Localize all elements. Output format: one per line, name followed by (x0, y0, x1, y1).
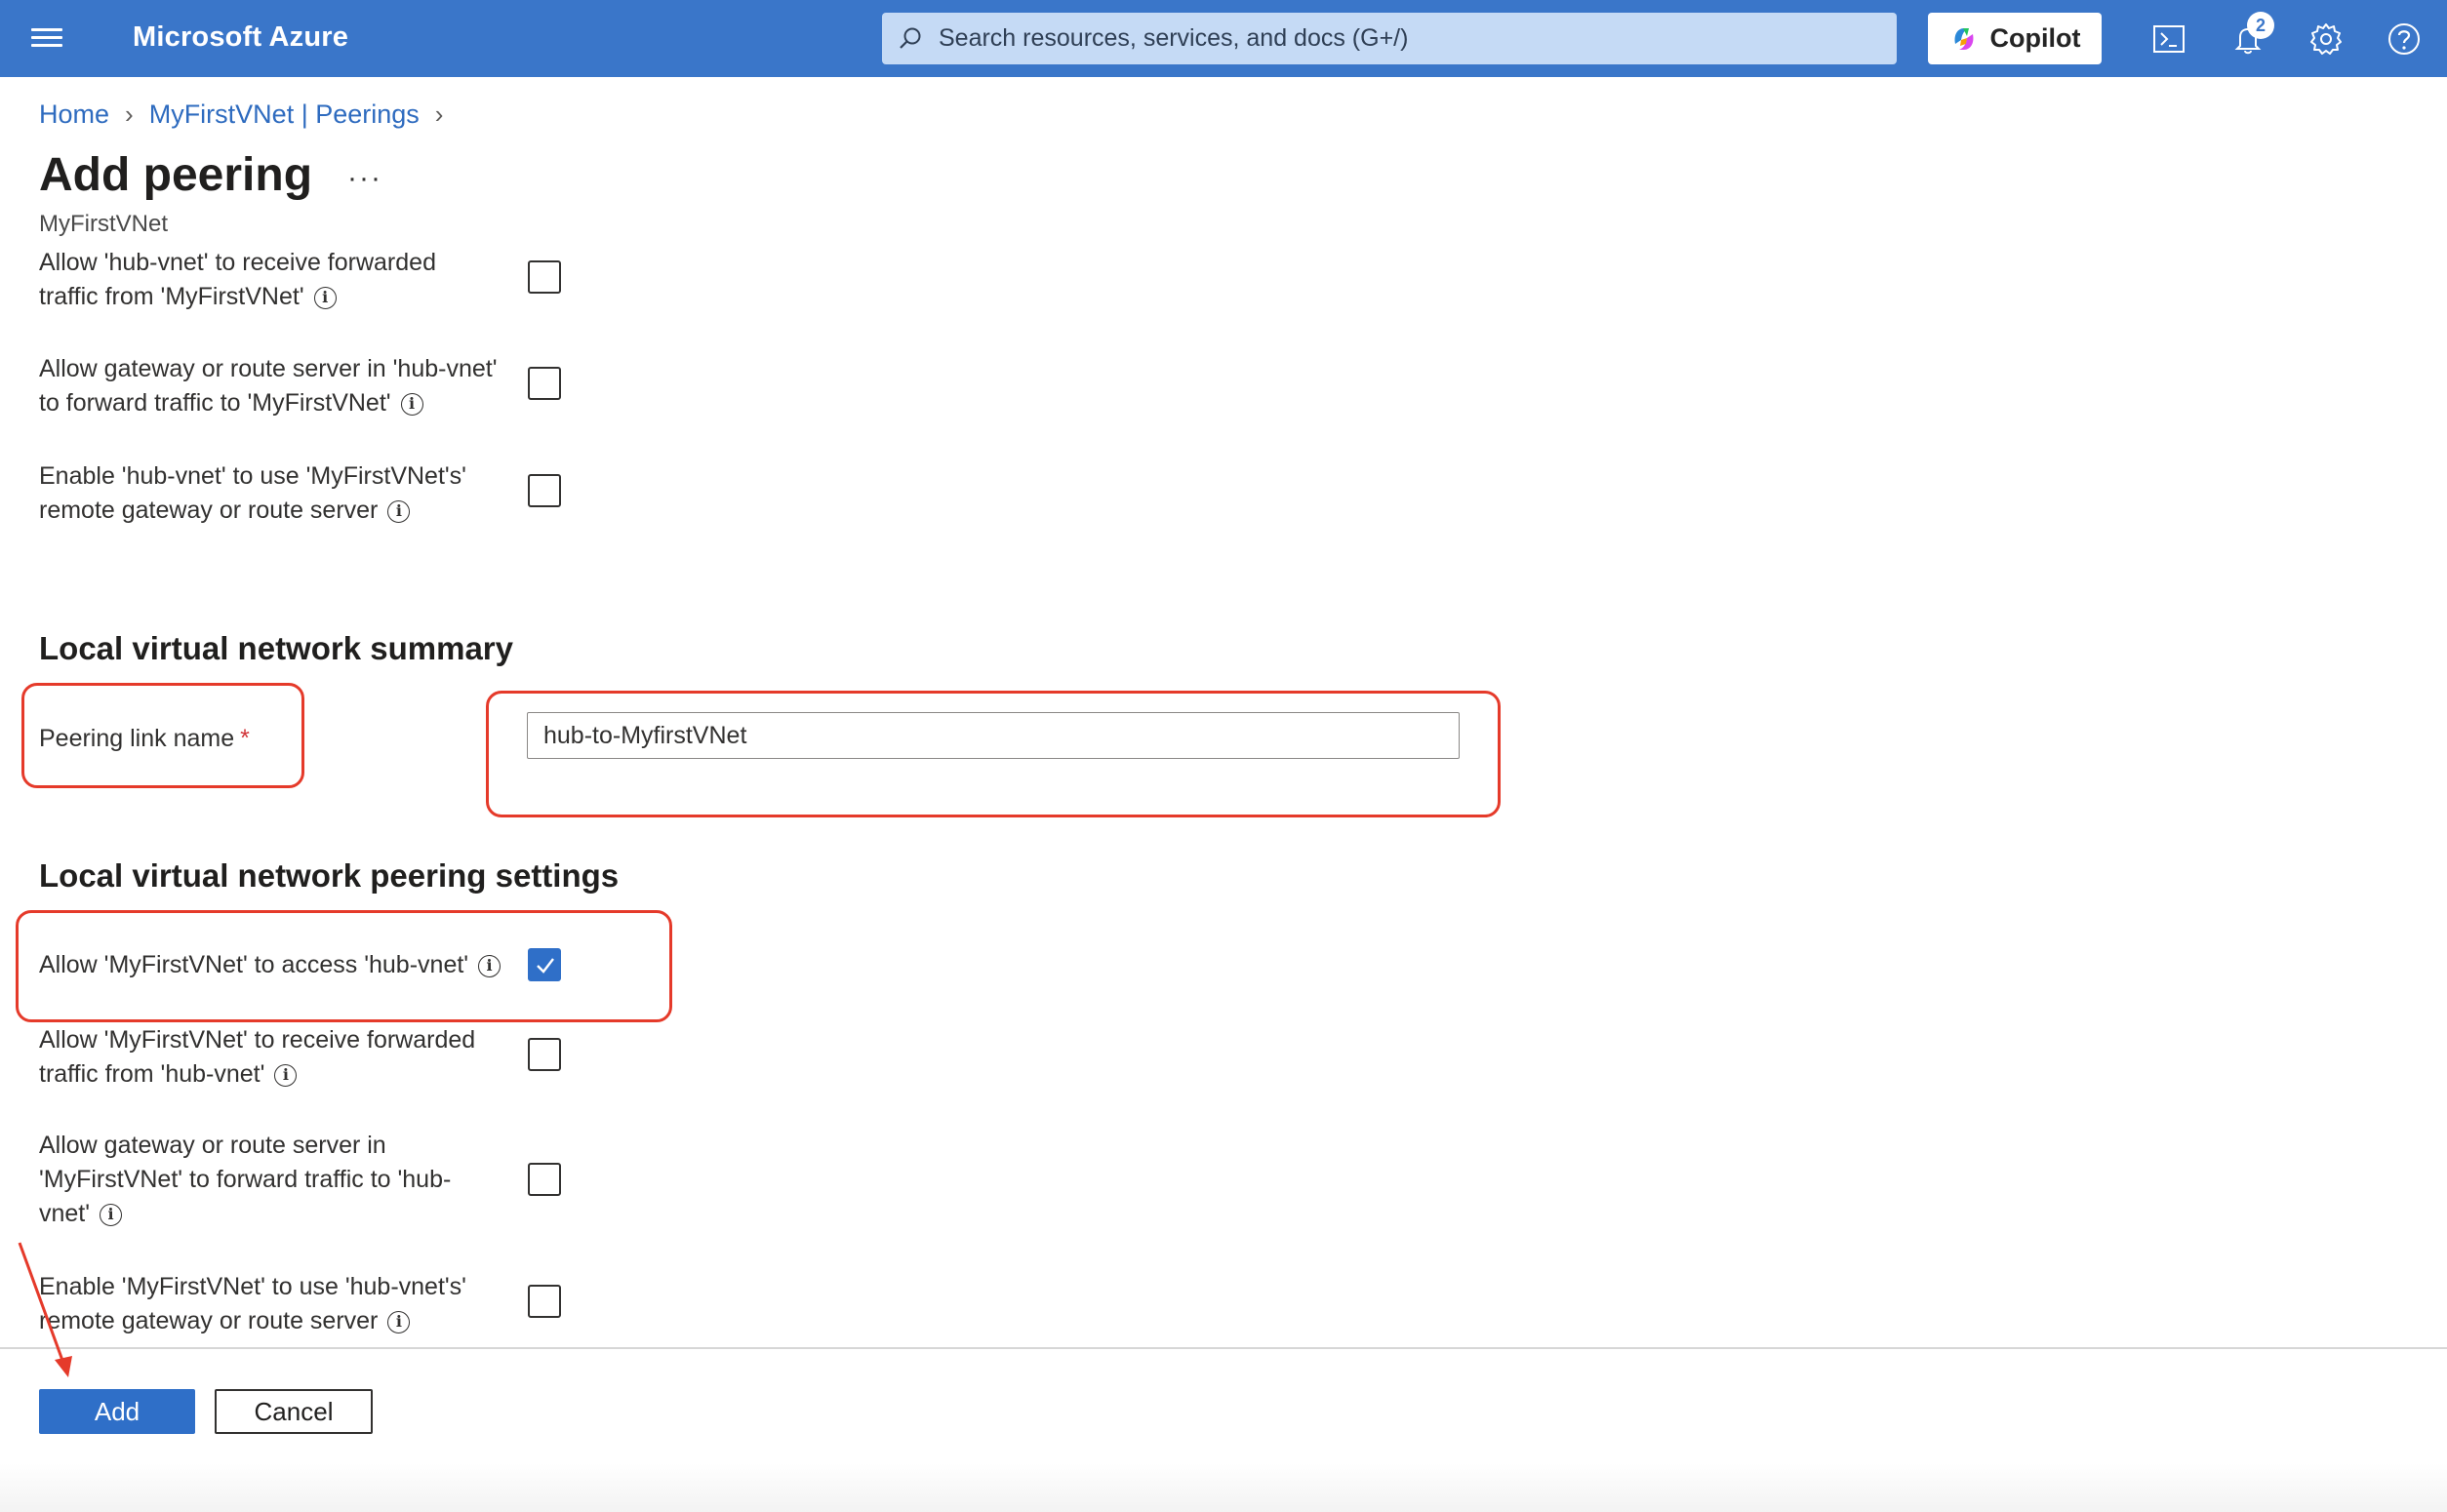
form-content: Allow 'hub-vnet' to receive forwarded tr… (0, 248, 2447, 1347)
checkbox-remote-use-gateway[interactable] (528, 474, 561, 507)
search-icon (900, 27, 921, 49)
hamburger-menu-icon[interactable] (31, 23, 62, 53)
page-title: Add peering (39, 149, 313, 201)
more-options-icon[interactable]: ··· (347, 162, 382, 195)
info-icon[interactable]: i (274, 1063, 298, 1087)
search-input[interactable] (939, 24, 1875, 53)
remote-setting-gateway-forward: Allow gateway or route server in 'hub-vn… (39, 355, 498, 417)
checkbox-remote-gateway-forward[interactable] (528, 367, 561, 400)
local-setting-access: Allow 'MyFirstVNet' to access 'hub-vnet'… (39, 948, 566, 982)
info-icon[interactable]: i (387, 1310, 411, 1333)
local-setting-gateway-forward: Allow gateway or route server in 'MyFirs… (39, 1132, 452, 1227)
add-button[interactable]: Add (39, 1389, 195, 1434)
cancel-button[interactable]: Cancel (215, 1389, 373, 1434)
breadcrumb: Home › MyFirstVNet | Peerings › (39, 99, 459, 130)
checkbox-remote-forwarded-traffic[interactable] (528, 260, 561, 294)
bottom-shadow (0, 1463, 2447, 1512)
checkbox-local-use-gateway[interactable] (528, 1285, 561, 1318)
brand-title[interactable]: Microsoft Azure (133, 21, 348, 54)
top-bar: Microsoft Azure Copilot 2 (0, 0, 2447, 77)
settings-gear-icon[interactable] (2308, 21, 2344, 57)
peering-link-name-input[interactable] (527, 712, 1460, 759)
info-icon[interactable]: i (478, 954, 501, 977)
checkbox-local-access[interactable] (528, 948, 561, 981)
breadcrumb-home[interactable]: Home (39, 99, 109, 130)
info-icon[interactable]: i (313, 286, 337, 309)
checkbox-local-forwarded-traffic[interactable] (528, 1038, 561, 1071)
page-subtitle: MyFirstVNet (39, 211, 168, 237)
copilot-icon (1954, 27, 1973, 50)
remote-setting-use-remote-gateway: Enable 'hub-vnet' to use 'MyFirstVNet's'… (39, 462, 466, 524)
local-setting-forwarded-traffic: Allow 'MyFirstVNet' to receive forwarded… (39, 1026, 476, 1088)
peering-link-name-label: Peering link name * (39, 725, 250, 752)
notification-badge: 2 (2247, 12, 2274, 39)
section-local-settings: Local virtual network peering settings (39, 857, 620, 894)
chevron-right-icon: › (125, 99, 134, 129)
copilot-button[interactable]: Copilot (1928, 13, 2102, 64)
section-local-summary: Local virtual network summary (39, 630, 513, 666)
info-icon[interactable]: i (387, 499, 411, 523)
checkbox-local-gateway-forward[interactable] (528, 1163, 561, 1196)
required-asterisk: * (240, 725, 250, 752)
chevron-right-icon: › (434, 99, 444, 129)
remote-setting-forwarded-traffic: Allow 'hub-vnet' to receive forwarded tr… (39, 249, 436, 310)
breadcrumb-peerings[interactable]: MyFirstVNet | Peerings (149, 99, 420, 130)
help-icon[interactable] (2387, 21, 2422, 57)
checkmark-icon (537, 958, 554, 974)
cloud-shell-icon[interactable] (2151, 21, 2186, 57)
copilot-label: Copilot (1989, 23, 2081, 53)
local-setting-use-remote-gateway: Enable 'MyFirstVNet' to use 'hub-vnet's'… (39, 1273, 466, 1334)
footer-divider (0, 1347, 2447, 1349)
info-icon[interactable]: i (100, 1203, 123, 1226)
info-icon[interactable]: i (400, 392, 423, 416)
global-search[interactable] (882, 13, 1897, 64)
